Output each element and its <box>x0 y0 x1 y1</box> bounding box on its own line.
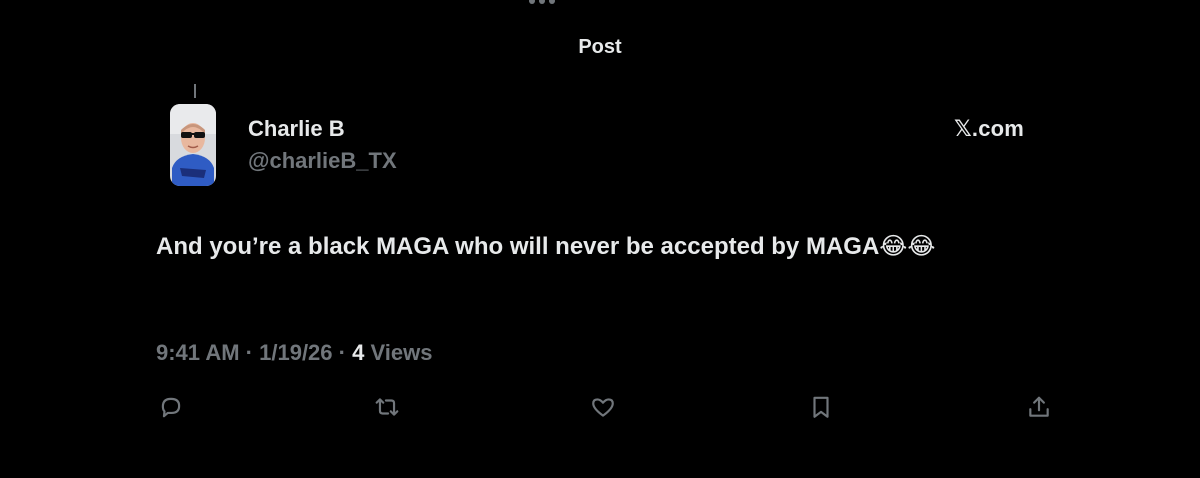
repost-icon <box>375 398 399 416</box>
author-name[interactable]: Charlie B <box>248 116 345 142</box>
drag-handle[interactable] <box>528 0 556 6</box>
post-text: And you’re a black MAGA who will never b… <box>156 233 936 260</box>
action-bar <box>156 392 1052 424</box>
post-time[interactable]: 9:41 AM <box>156 340 240 365</box>
meta-separator: · <box>245 340 253 365</box>
repost-button[interactable] <box>372 392 402 422</box>
brand-watermark: 𝕏.com <box>954 116 1025 141</box>
share-icon <box>1029 396 1049 417</box>
post-date[interactable]: 1/19/26 <box>259 340 332 365</box>
views-count: 4 <box>352 340 365 365</box>
author-handle[interactable]: @charlieB_TX <box>248 148 397 174</box>
avatar[interactable] <box>170 104 216 186</box>
handle-dot <box>529 0 535 4</box>
meta-separator: · <box>338 340 346 365</box>
heart-icon <box>592 398 614 417</box>
bookmark-button[interactable] <box>806 392 836 422</box>
handle-dot <box>539 0 545 4</box>
views-label: Views <box>370 340 433 365</box>
reply-button[interactable] <box>156 392 186 422</box>
reply-icon <box>161 397 181 418</box>
avatar-photo <box>170 104 216 186</box>
post-meta: 9:41 AM · 1/19/26 · 4 Views <box>156 340 432 366</box>
bookmark-icon <box>813 396 829 418</box>
like-button[interactable] <box>588 392 618 422</box>
page-title: Post <box>578 36 622 58</box>
handle-dot <box>549 0 555 4</box>
thread-line <box>194 84 196 98</box>
share-button[interactable] <box>1024 392 1054 422</box>
